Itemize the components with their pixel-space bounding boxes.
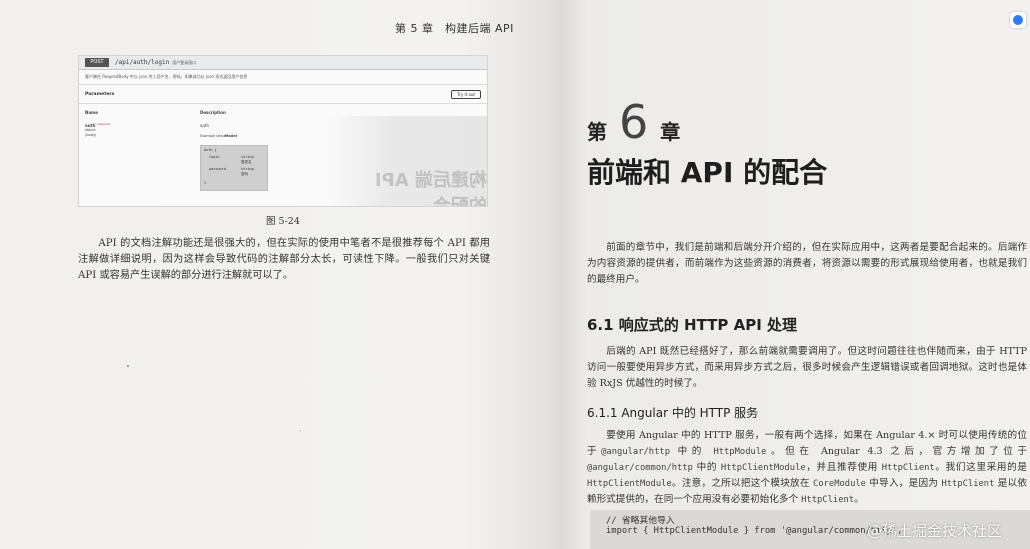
inline-code: @angular/common/http (587, 463, 693, 473)
chapter-suffix: 章 (660, 120, 681, 144)
text-run: 中的 (670, 446, 714, 457)
schema-line: login (209, 155, 220, 159)
section-6-1-body: 后端的 API 既然已经搭好了，那么前端就需要调用了。但这时问题往往也伴随而来，… (587, 346, 1027, 389)
try-it-out-button: Try it out (451, 89, 481, 99)
inline-code: CoreModule (813, 479, 866, 489)
chapter-intro: 前面的章节中，我们是前端和后端分开介绍的，但在实际应用中，这两者是要配合起来的。… (587, 242, 1027, 285)
schema-line: Auth { (204, 148, 217, 152)
endpoint-header: POST /api/auth/login 用户登录接口 (79, 56, 487, 70)
endpoint-summary: 用户登录接口 (172, 59, 197, 65)
text-run: 。我们这里采用的是 (934, 462, 1027, 473)
text-run: 中导入，是因为 (865, 478, 942, 489)
running-head: 第 5 章 构建后端 API (395, 22, 514, 35)
schema-line: string (241, 155, 254, 159)
param-location: (body) (85, 133, 97, 137)
inline-code: HttpClient (881, 463, 935, 473)
model-schema-box: Auth { login string 登录名 password string … (200, 145, 268, 191)
section-heading-6-1-1: 6.1.1 Angular 中的 HTTP 服务 (587, 406, 759, 420)
schema-line: } (204, 180, 207, 184)
inline-code: HttpClientModule (587, 479, 672, 489)
inline-code: @angular/http (601, 447, 670, 457)
swagger-screenshot: POST /api/auth/login 用户登录接口 客户端在 Request… (78, 55, 488, 207)
schema-line: 登录名 (241, 160, 252, 164)
endpoint-path: /api/auth/login (115, 59, 170, 66)
browser-extension-icon[interactable] (1010, 12, 1026, 28)
chapter-label: 第 6 章 (587, 95, 681, 149)
angular-http-paragraph: 要使用 Angular 中的 HTTP 服务，一般有两个选择，如果在 Angul… (587, 428, 1027, 508)
col-description-header: Description (200, 110, 226, 115)
endpoint-description: 客户端在 RequestBody 中以 json 传入用户名、密码。如果成功以 … (79, 70, 487, 85)
inline-code: HttpClientModule (720, 463, 806, 473)
param-desc: auth (200, 123, 210, 128)
schema-line: password (209, 167, 226, 171)
paper-speck (300, 430, 301, 431)
text-run: 。 (854, 494, 864, 505)
text-run: 中的 (692, 462, 721, 473)
code-comment: // 省略其他导入 (606, 516, 675, 526)
left-body-paragraph: API 的文档注解功能还是很强大的，但在实际的使用中笔者不是很推荐每个 API … (78, 238, 490, 281)
param-required: * required (95, 122, 111, 126)
inline-code: HttpModule (713, 447, 767, 457)
text-run: 。注意，之所以把这个模块放在 (671, 478, 814, 489)
schema-line: string (241, 167, 254, 171)
show-through-text: 构建后端 API 的配合 (374, 170, 487, 207)
book-spread: 第 5 章 构建后端 API POST /api/auth/login 用户登录… (0, 0, 1030, 549)
code-import-line: import { HttpClientModule } from '@angul… (606, 526, 903, 536)
parameters-row: Parameters Try it out (79, 85, 487, 104)
watermark: @稀土掘金技术社区 (867, 522, 1003, 540)
section-heading-6-1: 6.1 响应式的 HTTP API 处理 (587, 316, 798, 334)
schema-line: 密码 (241, 172, 248, 176)
paper-speck (127, 365, 129, 367)
col-name-header: Name (85, 110, 98, 115)
http-method-badge: POST (85, 58, 109, 67)
param-type: object (85, 128, 96, 132)
chapter-number: 6 (619, 95, 649, 149)
figure-caption: 图 5-24 (266, 216, 300, 227)
parameters-title: Parameters (85, 91, 115, 97)
example-value-tab: Example Value (200, 134, 226, 138)
inline-code: HttpClient (941, 479, 995, 489)
model-tab: Model (225, 134, 237, 138)
text-run: 。但在 Angular 4.3 之后，官方增加了位于 (766, 446, 1027, 457)
inline-code: HttpClient (801, 495, 855, 505)
chapter-title: 前端和 API 的配合 (587, 156, 828, 189)
chapter-prefix: 第 (587, 120, 607, 144)
text-run: ，并且推荐使用 (805, 462, 882, 473)
